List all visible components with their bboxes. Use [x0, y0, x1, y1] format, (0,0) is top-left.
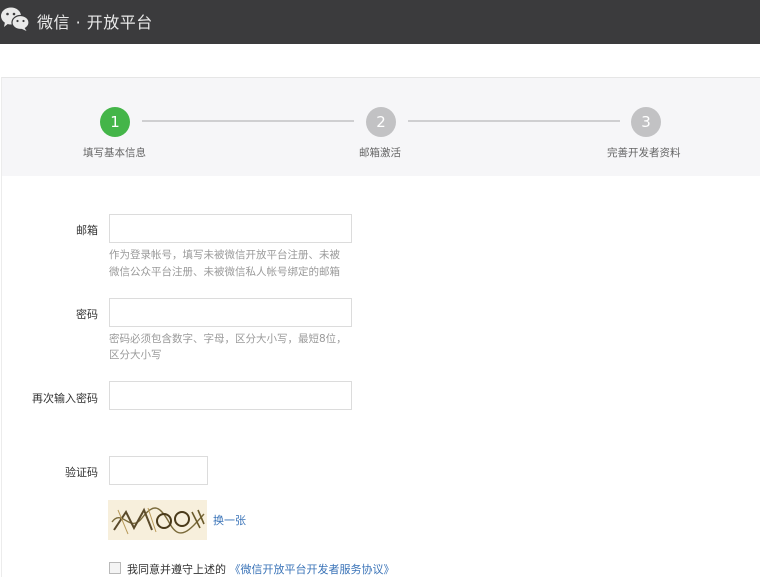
agreement-text: 我同意并遵守上述的 《微信开放平台开发者服务协议》: [127, 561, 395, 577]
step-1-circle: 1: [100, 107, 130, 137]
top-bar: 微信 · 开放平台: [0, 0, 760, 44]
captcha-noise-icon: [108, 500, 207, 540]
step-1-label: 填写基本信息: [83, 147, 146, 159]
captcha-image[interactable]: [108, 500, 207, 540]
agreement-prefix: 我同意并遵守上述的: [127, 563, 226, 576]
refresh-captcha-link[interactable]: 换一张: [213, 512, 246, 528]
step-connector: [408, 120, 620, 122]
step-2-circle: 2: [366, 107, 396, 137]
email-field[interactable]: [109, 214, 352, 243]
password-hint: 区分大小写: [109, 349, 162, 361]
step-2-label: 邮箱激活: [359, 147, 401, 159]
email-hint: 微信公众平台注册、未被微信私人帐号绑定的邮箱: [109, 266, 340, 278]
brand-title: 微信 · 开放平台: [37, 13, 153, 32]
wechat-logo-icon: [1, 7, 30, 31]
password-hint: 密码必须包含数字、字母，区分大小写，最短8位，: [109, 333, 347, 345]
confirm-password-label: 再次输入密码: [32, 392, 98, 405]
agree-checkbox[interactable]: [109, 562, 121, 574]
step-progress: 1 2 3 填写基本信息 邮箱激活 完善开发者资料: [2, 78, 760, 176]
step-3-label: 完善开发者资料: [607, 147, 681, 159]
agreement-link[interactable]: 《微信开放平台开发者服务协议》: [230, 563, 395, 576]
email-hint: 作为登录帐号，填写未被微信开放平台注册、未被: [109, 249, 340, 261]
email-label: 邮箱: [76, 224, 98, 237]
captcha-label: 验证码: [65, 466, 98, 479]
step-3-circle: 3: [631, 107, 661, 137]
password-label: 密码: [76, 308, 98, 321]
password-field[interactable]: [109, 298, 352, 327]
step-connector: [142, 120, 354, 122]
confirm-password-field[interactable]: [109, 381, 352, 410]
captcha-field[interactable]: [109, 456, 208, 485]
